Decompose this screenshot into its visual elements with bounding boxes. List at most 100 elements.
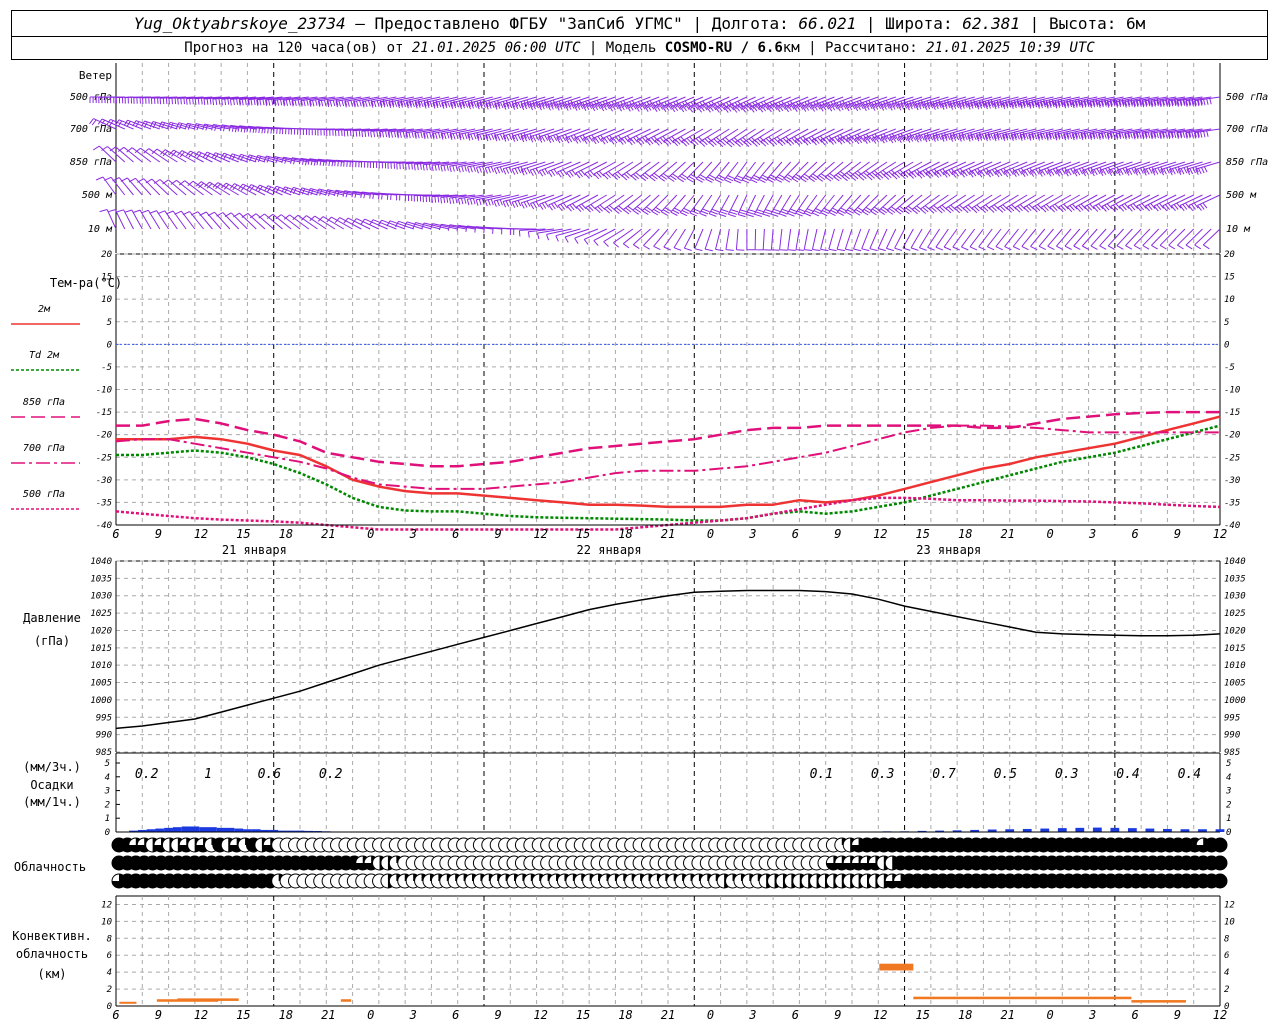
pressure-ytick-left: 990 bbox=[96, 731, 112, 741]
cloud-circle-fill bbox=[1213, 838, 1227, 852]
conv-ytick-left: 4 bbox=[107, 968, 112, 978]
wind-barb-icon bbox=[89, 118, 1221, 148]
temp-ytick-right: -10 bbox=[1224, 386, 1240, 396]
precip-total-label: 0.7 bbox=[932, 767, 956, 782]
pressure-ytick-left: 1025 bbox=[90, 609, 112, 619]
precip-total-label: 0.3 bbox=[871, 767, 894, 782]
precip-bar bbox=[1127, 828, 1137, 832]
pressure-ytick-right: 1005 bbox=[1224, 679, 1246, 689]
precip-bar bbox=[1075, 827, 1085, 832]
precip-bar bbox=[207, 827, 217, 832]
legend-label: 2м bbox=[38, 304, 51, 315]
x-tick-label: 9 bbox=[495, 1008, 502, 1022]
x-tick-label: 9 bbox=[155, 527, 162, 541]
pressure-ytick-left: 1040 bbox=[90, 557, 112, 567]
wind-barb-icon bbox=[95, 176, 1221, 218]
x-tick-label: 12 bbox=[1213, 527, 1227, 541]
pressure-ytick-right: 985 bbox=[1224, 748, 1240, 758]
temp-ytick-left: -25 bbox=[96, 453, 112, 463]
x-tick-label: 6 bbox=[792, 527, 799, 541]
x-tick-label: 3 bbox=[1088, 527, 1096, 541]
x-tick-label: 21 bbox=[321, 527, 335, 541]
temp-ytick-right: 15 bbox=[1224, 273, 1235, 283]
temp-ytick-left: -40 bbox=[96, 521, 112, 531]
conv-ytick-left: 12 bbox=[101, 900, 112, 910]
conv-ytick-left: 10 bbox=[101, 917, 112, 927]
wind-title: Ветер bbox=[79, 69, 112, 82]
x-tick-label: 15 bbox=[236, 527, 250, 541]
precip-ytick-left: 3 bbox=[104, 787, 110, 797]
pressure-ytick-right: 1015 bbox=[1224, 644, 1246, 654]
wind-barb-row-1 bbox=[89, 118, 1221, 148]
pressure-ytick-right: 1040 bbox=[1224, 557, 1246, 567]
precip-ytick-left: 4 bbox=[105, 773, 110, 783]
x-tick-label: 18 bbox=[618, 1008, 632, 1022]
precip-bar bbox=[1092, 827, 1102, 832]
day-label: 23 января bbox=[916, 543, 981, 557]
precip-total-label: 0.2 bbox=[319, 767, 343, 782]
wind-barb-row-2 bbox=[92, 145, 1221, 184]
x-tick-label: 18 bbox=[618, 527, 632, 541]
conv-ytick-right: 10 bbox=[1224, 917, 1235, 927]
conv-title-2: облачность bbox=[16, 947, 88, 961]
x-tick-label: 6 bbox=[1131, 1008, 1138, 1022]
temp-ytick-right: 5 bbox=[1224, 318, 1229, 328]
pressure-unit: (гПа) bbox=[34, 634, 70, 648]
x-tick-label: 12 bbox=[873, 527, 887, 541]
cloud-cover-circle-icon bbox=[1212, 855, 1228, 871]
pressure-ytick-right: 1030 bbox=[1224, 592, 1246, 602]
x-tick-label: 12 bbox=[194, 1008, 208, 1022]
precip-ytick-left: 0 bbox=[105, 828, 110, 838]
x-tick-label: 21 bbox=[661, 527, 675, 541]
x-tick-label: 3 bbox=[748, 1008, 756, 1022]
x-tick-label: 0 bbox=[1047, 1008, 1054, 1022]
x-tick-label: 12 bbox=[533, 1008, 547, 1022]
precip-bar bbox=[164, 827, 173, 832]
precip-ytick-right: 5 bbox=[1226, 759, 1231, 769]
conv-cloud-bar bbox=[1131, 1000, 1186, 1003]
precip-bar bbox=[181, 826, 191, 832]
x-tick-label: 15 bbox=[916, 527, 930, 541]
x-tick-label: 9 bbox=[1174, 527, 1181, 541]
x-tick-label: 21 bbox=[321, 1008, 335, 1022]
conv-ytick-left: 8 bbox=[107, 934, 112, 944]
pressure-ytick-right: 1000 bbox=[1224, 696, 1246, 706]
conv-ytick-left: 6 bbox=[107, 951, 112, 961]
conv-ytick-right: 4 bbox=[1224, 968, 1229, 978]
temp-ytick-left: -30 bbox=[96, 476, 112, 486]
wind-level-label-left: 850 гПа bbox=[70, 157, 112, 168]
precip-bar bbox=[1145, 828, 1155, 832]
precip-unit-3h: (мм/3ч.) bbox=[23, 760, 81, 774]
precip-ytick-right: 3 bbox=[1225, 787, 1231, 797]
precip-ytick-right: 0 bbox=[1226, 828, 1231, 838]
temp-ytick-left: 20 bbox=[101, 250, 112, 260]
conv-cloud-bar bbox=[913, 996, 1132, 1000]
precip-total-label: 0.4 bbox=[1116, 767, 1139, 782]
day-label: 21 января bbox=[222, 543, 287, 557]
precip-ytick-right: 2 bbox=[1226, 800, 1231, 810]
x-tick-label: 0 bbox=[707, 527, 714, 541]
wind-level-label-left: 10 м bbox=[88, 224, 113, 235]
precip-bar bbox=[1110, 827, 1120, 832]
precip-total-label: 0.1 bbox=[810, 767, 833, 782]
x-tick-label: 21 bbox=[1000, 1008, 1014, 1022]
temp-ytick-right: 0 bbox=[1224, 340, 1229, 350]
cloud-circle-fill bbox=[1213, 874, 1227, 888]
temp-title: Тем-ра(°С) bbox=[50, 276, 122, 290]
precip-total-label: 0.6 bbox=[258, 767, 282, 782]
x-tick-label: 0 bbox=[367, 527, 374, 541]
x-tick-label: 6 bbox=[792, 1008, 799, 1022]
x-tick-label: 6 bbox=[452, 527, 459, 541]
x-tick-label: 9 bbox=[495, 527, 502, 541]
legend-label: 500 гПа bbox=[23, 489, 65, 500]
x-tick-label: 6 bbox=[1131, 527, 1138, 541]
wind-level-label-right: 700 гПа bbox=[1226, 124, 1268, 135]
x-tick-label: 12 bbox=[533, 527, 547, 541]
temp-ytick-right: -35 bbox=[1224, 498, 1240, 508]
precip-bar bbox=[1040, 828, 1050, 832]
wind-level-label-right: 500 м bbox=[1226, 190, 1257, 201]
precip-unit-1h: (мм/1ч.) bbox=[23, 795, 81, 809]
temp-ytick-right: -20 bbox=[1224, 431, 1240, 441]
x-tick-label: 15 bbox=[236, 1008, 250, 1022]
x-tick-label: 3 bbox=[409, 527, 417, 541]
